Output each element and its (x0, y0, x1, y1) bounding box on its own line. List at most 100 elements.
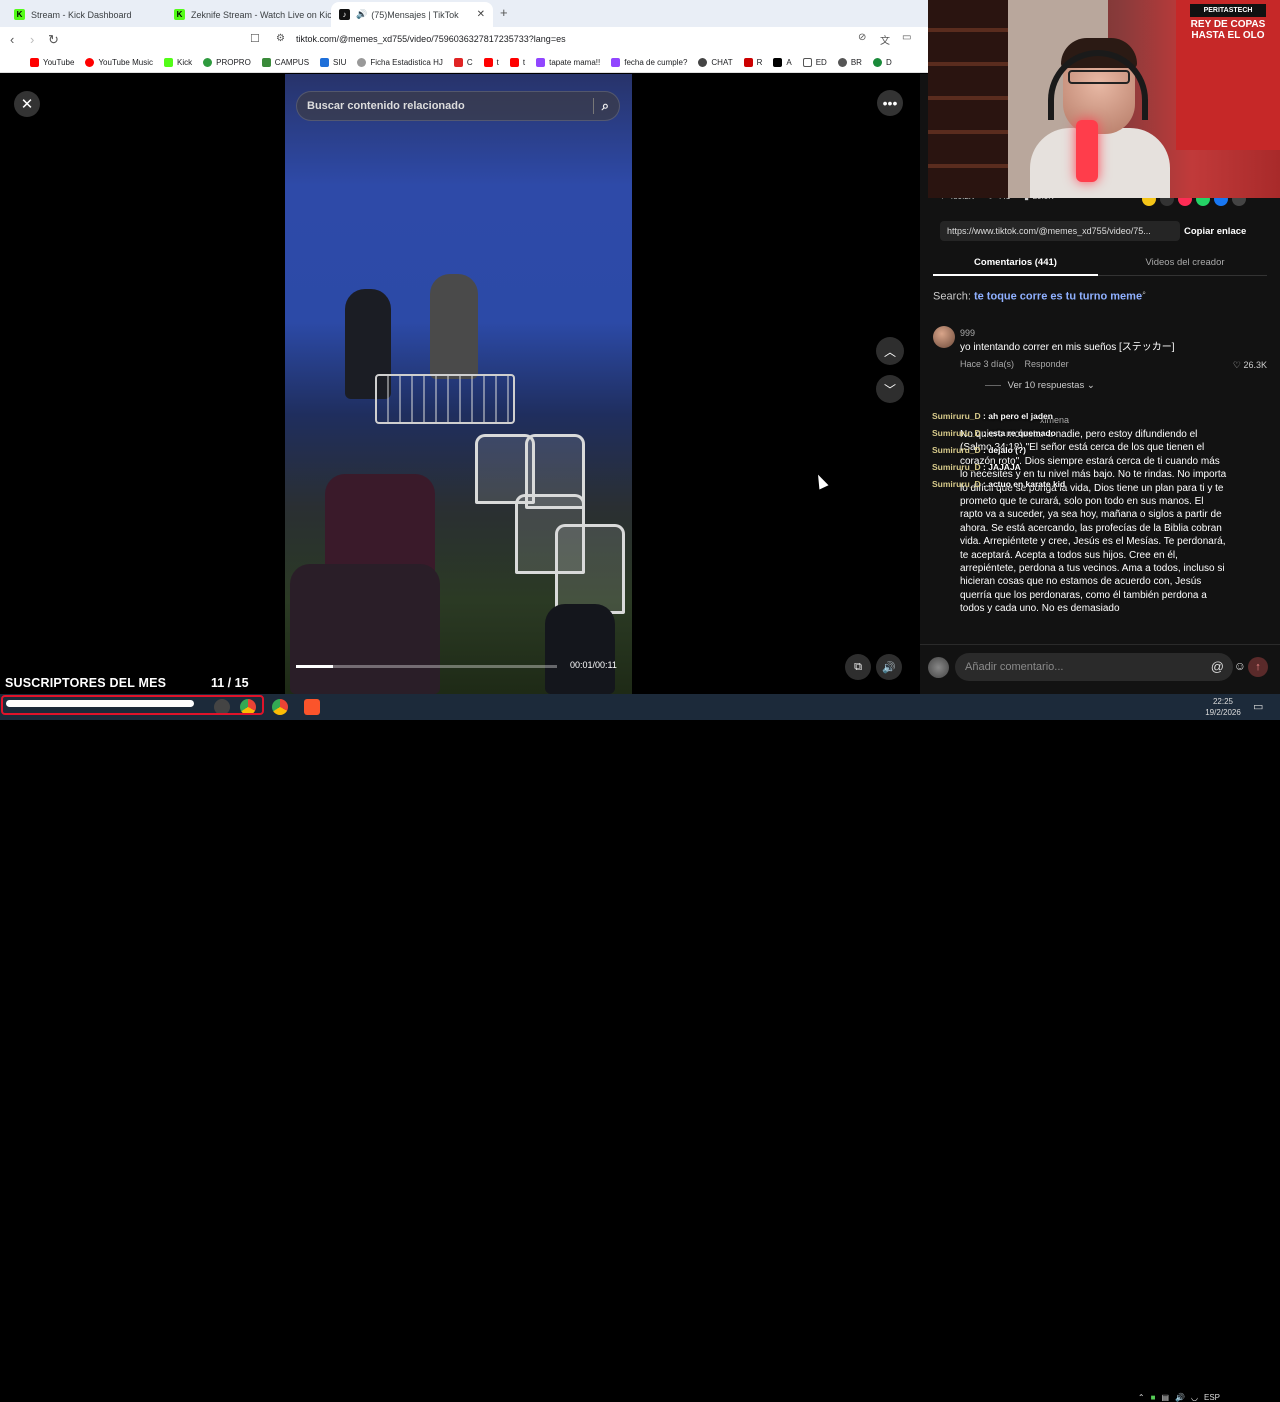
previous-video-button[interactable]: ︿ (876, 337, 904, 365)
more-options-button[interactable]: ••• (877, 90, 903, 116)
comment-username[interactable]: 999 (960, 328, 975, 338)
cast-icon[interactable]: ▭ (902, 32, 911, 43)
bookmark-t1[interactable]: t (483, 58, 499, 67)
bookmark-youtube-music[interactable]: YouTube Music (85, 58, 153, 67)
mention-icon[interactable]: @ (1211, 659, 1224, 674)
siu-icon (320, 58, 330, 67)
bookmark-label: YouTube (43, 58, 75, 67)
bookmark-tapate[interactable]: tapate mama!! (536, 58, 600, 67)
comment-likes[interactable]: ♡ 26.3K (1233, 360, 1267, 371)
reload-icon[interactable]: ↻ (48, 32, 59, 48)
url-input[interactable]: ⚙ tiktok.com/@memes_xd755/video/75960363… (270, 30, 900, 50)
chevron-up-icon[interactable]: ⌃ (1138, 1393, 1145, 1402)
bookmark-d[interactable]: D (872, 58, 892, 67)
comment-placeholder: Añadir comentario... (965, 661, 1064, 673)
tiktok-icon: ♪ (339, 9, 350, 20)
active-tab-indicator (933, 274, 1098, 276)
reply-button[interactable]: Responder (1025, 359, 1069, 369)
ficha-icon (357, 58, 367, 67)
emoji-icon[interactable]: ☺ (1234, 659, 1246, 673)
tab-kick-stream[interactable]: K Zeknife Stream - Watch Live on Kick (166, 2, 331, 27)
search-term[interactable]: te toque corre es tu turno meme (974, 291, 1142, 303)
back-icon[interactable]: ‹ (10, 32, 14, 47)
brave-icon[interactable] (304, 699, 320, 715)
bookmark-propro[interactable]: PROPRO (203, 58, 251, 67)
bookmark-r[interactable]: R (743, 58, 763, 67)
volume-button[interactable]: 🔊 (876, 654, 902, 680)
bookmark-label: Kick (177, 58, 193, 67)
bookmark-label: t (496, 58, 499, 67)
wifi-icon[interactable]: ◡ (1191, 1393, 1198, 1402)
bookmark-t2[interactable]: t (509, 58, 525, 67)
chat-text: actuo en karate kid (988, 479, 1066, 489)
video-player[interactable] (285, 74, 632, 694)
bookmark-fecha[interactable]: fecha de cumple? (611, 58, 687, 67)
pip-button[interactable]: ⧉ (845, 654, 871, 680)
notification-icon[interactable]: ▭ (1253, 700, 1263, 713)
tab-tiktok[interactable]: ♪ 🔊 (75)Mensajes | TikTok ✕ (331, 2, 493, 27)
translate-icon[interactable]: 文 (880, 32, 890, 47)
new-tab-icon[interactable]: + (500, 5, 508, 20)
heart-icon: ♡ (1232, 360, 1244, 370)
tab-label: Stream - Kick Dashboard (31, 9, 132, 20)
volume-icon[interactable]: 🔊 (1175, 1393, 1185, 1402)
r-icon (743, 58, 753, 67)
tab-creator-videos[interactable]: Videos del creador (1103, 257, 1267, 268)
glasses (1068, 70, 1130, 84)
view-replies-button[interactable]: Ver 10 respuestas ⌄ (985, 380, 1095, 391)
copy-link-button[interactable]: Copiar enlace (1184, 226, 1246, 237)
chat-user: Sumiruru_D (932, 411, 981, 421)
arrow-up-icon: ↑ (1255, 661, 1261, 673)
video-progress-bar[interactable] (296, 665, 557, 668)
chat-message: Sumiruru_D : JAJAJA (932, 462, 1021, 472)
video-link-field[interactable]: https://www.tiktok.com/@memes_xd755/vide… (940, 221, 1180, 241)
bookmarks-bar: YouTube YouTube Music Kick PROPRO CAMPUS… (0, 53, 928, 73)
bookshelf (928, 0, 1008, 198)
system-clock[interactable]: 22:25 19/2/2026 (1200, 696, 1246, 718)
avatar (928, 657, 949, 678)
bookmark-ficha[interactable]: Ficha Estadistica HJ (357, 58, 443, 67)
tab-kick-dashboard[interactable]: K Stream - Kick Dashboard (6, 2, 166, 27)
subs-goal-title: SUSCRIPTORES DEL MES (5, 676, 167, 690)
send-comment-button[interactable]: ↑ (1248, 657, 1268, 677)
webcam-overlay: PERITASTECH REY DE COPAS HASTA EL OLO (928, 0, 1280, 198)
bookmark-label: BR (850, 58, 862, 67)
bookmark-campus[interactable]: CAMPUS (261, 58, 309, 67)
likes-count: 26.3K (1243, 360, 1267, 370)
bookmark-youtube[interactable]: YouTube (30, 58, 74, 67)
bookmark-siu[interactable]: SIU (320, 58, 346, 67)
next-video-button[interactable]: ﹀ (876, 375, 904, 403)
forward-icon[interactable]: › (30, 32, 34, 47)
site-settings-icon[interactable]: ⚙ (276, 33, 285, 44)
eye-off-icon[interactable]: ⊘ (858, 32, 866, 43)
related-search-input[interactable]: Buscar contenido relacionado ⌕ (296, 91, 620, 121)
close-viewer-button[interactable]: ✕ (14, 91, 40, 117)
tab-comments[interactable]: Comentarios (441) (933, 257, 1098, 268)
bookmark-icon[interactable]: ☐ (250, 32, 260, 45)
search-icon[interactable]: ⌕ (592, 98, 609, 114)
bookmark-label: C (466, 58, 473, 67)
bookmark-label: R (756, 58, 763, 67)
bookmark-ed[interactable]: ED (802, 58, 827, 67)
tab-label: Zeknife Stream - Watch Live on Kick (191, 9, 331, 20)
bookmark-c[interactable]: C (453, 58, 473, 67)
bookmark-kick[interactable]: Kick (164, 58, 192, 67)
close-tab-icon[interactable]: ✕ (477, 9, 485, 20)
clock-date: 19/2/2026 (1205, 708, 1241, 717)
comment-input[interactable]: Añadir comentario... (955, 653, 1233, 681)
youtube-icon (30, 58, 39, 67)
bookmark-label: tapate mama!! (549, 58, 601, 67)
bookmark-x[interactable]: A (773, 58, 792, 67)
avatar[interactable] (933, 326, 955, 348)
bookmark-br[interactable]: BR (837, 58, 862, 67)
tab-label: (75)Mensajes | TikTok (371, 9, 459, 20)
comment-search-suggestion[interactable]: Search: te toque corre es tu turno meme⌕ (933, 290, 1146, 303)
bookmark-chat[interactable]: CHAT (698, 58, 733, 67)
app-tray-icon[interactable]: ■ (1151, 1393, 1156, 1402)
progress-fill (296, 665, 333, 668)
language-indicator[interactable]: ESP (1204, 1393, 1220, 1402)
view-replies-label: Ver 10 respuestas (1007, 380, 1085, 391)
chevron-down-icon: ⌄ (1086, 380, 1095, 391)
network-icon[interactable]: ▤ (1161, 1393, 1169, 1402)
chrome-icon[interactable] (272, 699, 288, 715)
